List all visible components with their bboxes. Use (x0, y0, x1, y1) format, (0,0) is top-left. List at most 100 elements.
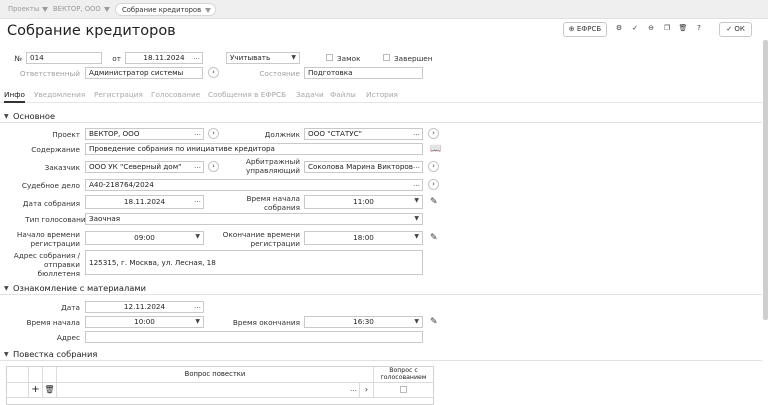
globe-icon: ⊕ (568, 25, 575, 33)
column-header-vote[interactable]: Вопрос с голосованием (374, 367, 433, 383)
open-project-icon[interactable]: › (208, 128, 219, 139)
customer-field[interactable]: ООО УК "Северный дом"… (85, 161, 204, 173)
chevron-down-icon: ▼ (4, 285, 9, 292)
vote-checkbox[interactable] (400, 386, 407, 393)
breadcrumb-projects[interactable]: Проекты (3, 3, 49, 16)
address-field[interactable]: 125315, г. Москва, ул. Лесная, 18 (85, 250, 423, 275)
delete-icon[interactable]: 🗑 (676, 22, 690, 37)
done-checkbox[interactable] (383, 54, 390, 61)
page-title: Собрание кредиторов (7, 23, 176, 39)
tab-efrsb-messages[interactable]: Сообщения в ЕФРСБ (208, 90, 286, 100)
materials-end-label: Время окончания (232, 318, 300, 327)
number-field[interactable]: 014 (26, 52, 102, 64)
materials-date-field[interactable]: 12.11.2024… (85, 301, 204, 313)
customer-label: Заказчик (44, 163, 80, 172)
case-field[interactable]: А40-218764/2024… (85, 179, 423, 191)
tab-voting[interactable]: Голосование (151, 90, 200, 100)
agenda-table: Вопрос повестки Вопрос с голосованием + 🗑… (6, 366, 434, 405)
materials-address-label: Адрес (56, 333, 80, 342)
date-field[interactable]: 18.11.2024… (125, 52, 203, 64)
tab-files[interactable]: Файлы (330, 90, 356, 100)
open-manager-icon[interactable]: › (428, 161, 439, 172)
chevron-down-icon: ▼ (195, 233, 200, 240)
breadcrumb-vector[interactable]: ВЕКТОР, ООО (48, 3, 110, 16)
reg-end-select[interactable]: 18:00 ▼ (304, 231, 423, 245)
content-label: Содержание (31, 145, 80, 154)
more-icon: … (193, 53, 200, 61)
add-row-button[interactable]: + (29, 383, 43, 398)
debtor-label: Должник (264, 130, 300, 139)
section-materials[interactable]: ▼ Ознакомление с материалами (0, 282, 762, 295)
chevron-down-icon: ▼ (414, 197, 419, 204)
lock-label: Замок (337, 54, 361, 63)
open-case-icon[interactable]: › (428, 179, 439, 190)
copy-icon[interactable]: ❐ (660, 22, 674, 37)
delete-row-button[interactable]: 🗑 (43, 383, 57, 398)
number-label: № (14, 54, 22, 63)
open-debtor-icon[interactable]: › (428, 128, 439, 139)
chevron-down-icon (205, 8, 212, 13)
more-icon: … (350, 385, 357, 393)
settings-icon[interactable]: ⚙ (612, 22, 626, 37)
tab-registration[interactable]: Регистрация (94, 90, 143, 100)
more-icon: … (413, 129, 420, 137)
book-icon[interactable]: 📖 (430, 144, 441, 154)
case-label: Судебное дело (21, 181, 80, 190)
lock-checkbox[interactable] (326, 54, 333, 61)
section-main[interactable]: ▼ Основное (0, 110, 762, 123)
breadcrumb-meeting[interactable]: Собрание кредиторов (115, 3, 217, 16)
edit-icon[interactable]: ✎ (430, 197, 438, 207)
responsible-field[interactable]: Администратор системы (85, 67, 203, 79)
address-label: Адрес собрания / отправки бюллетеня (13, 251, 80, 278)
chevron-down-icon (103, 7, 110, 12)
check-circle-icon[interactable]: ✓ (628, 22, 642, 37)
tab-notifications[interactable]: Уведомления (34, 90, 85, 100)
state-field[interactable]: Подготовка (304, 67, 423, 79)
tab-history[interactable]: История (366, 90, 398, 100)
edit-icon[interactable]: ✎ (430, 317, 438, 327)
open-customer-icon[interactable]: › (208, 161, 219, 172)
done-label: Завершен (394, 54, 433, 63)
breadcrumb: Проекты ВЕКТОР, ООО Собрание кредиторов (0, 0, 768, 19)
account-select[interactable]: Учитывать ▼ (226, 52, 300, 64)
chevron-down-icon: ▼ (414, 215, 419, 222)
manager-label: Арбитражный управляющий (245, 157, 300, 175)
ok-button[interactable]: ✓ ОК (719, 22, 752, 37)
open-question-icon[interactable]: › (360, 383, 374, 398)
content-field[interactable]: Проведение собрания по инициативе кредит… (85, 143, 423, 155)
manager-field[interactable]: Соколова Марина Викторовн… (304, 161, 423, 173)
vote-type-label: Тип голосования (25, 215, 90, 224)
debtor-field[interactable]: ООО "СТАТУС"… (304, 128, 423, 140)
chevron-down-icon: ▼ (414, 233, 419, 240)
column-header-question[interactable]: Вопрос повестки (57, 367, 374, 383)
minus-circle-icon[interactable]: ⊖ (644, 22, 658, 37)
chevron-down-icon: ▼ (4, 351, 9, 358)
scrollbar[interactable] (763, 40, 768, 320)
more-icon: … (194, 302, 201, 310)
edit-icon[interactable]: ✎ (430, 233, 438, 243)
start-time-label: Время начала собрания (246, 194, 300, 212)
materials-start-label: Время начала (26, 318, 80, 327)
reg-start-select[interactable]: 09:00 ▼ (85, 231, 204, 245)
vote-type-select[interactable]: Заочная ▼ (85, 213, 423, 225)
more-icon: … (413, 180, 420, 188)
start-time-select[interactable]: 11:00 ▼ (304, 195, 423, 209)
tab-info[interactable]: Инфо (4, 90, 25, 103)
responsible-label: Ответственный (19, 69, 80, 78)
help-icon[interactable]: ? (692, 22, 706, 37)
tab-tasks[interactable]: Задачи (296, 90, 324, 100)
meeting-date-label: Дата собрания (22, 199, 80, 208)
efrsb-button[interactable]: ⊕ ЕФРСБ (563, 22, 607, 37)
section-agenda[interactable]: ▼ Повестка собрания (0, 348, 762, 361)
materials-end-select[interactable]: 16:30 ▼ (304, 316, 423, 328)
reg-start-label: Начало времени регистрации (16, 230, 80, 248)
meeting-date-field[interactable]: 18.11.2024… (85, 195, 204, 209)
open-responsible-icon[interactable]: › (208, 67, 219, 78)
check-icon: ✓ (726, 25, 733, 33)
agenda-question-input[interactable]: … (57, 383, 360, 398)
project-field[interactable]: ВЕКТОР, ООО… (85, 128, 204, 140)
materials-address-field[interactable] (85, 331, 423, 343)
materials-start-select[interactable]: 10:00 ▼ (85, 316, 204, 328)
tab-bar: Инфо Уведомления Регистрация Голосование… (0, 87, 768, 103)
more-icon: … (194, 196, 201, 204)
